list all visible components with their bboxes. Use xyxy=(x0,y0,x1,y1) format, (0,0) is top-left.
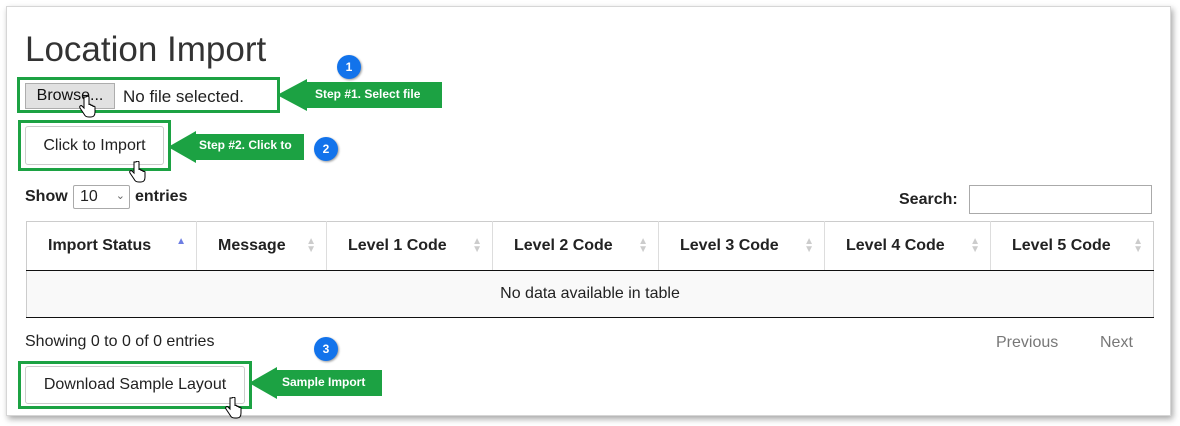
page-title: Location Import xyxy=(25,30,267,69)
show-label: Show xyxy=(25,188,68,205)
callout-arrow-step-3: Sample Import xyxy=(249,367,383,399)
hand-cursor-icon xyxy=(129,161,146,183)
callout-text-step-2: Step #2. Click to xyxy=(199,138,292,152)
sort-icon: ▲ ▼ xyxy=(804,236,814,255)
table-info: Showing 0 to 0 of 0 entries xyxy=(25,333,215,350)
column-header-level-1-code[interactable]: Level 1 Code ▲ ▼ xyxy=(326,221,493,271)
column-header-import-status[interactable]: Import Status ▲ xyxy=(26,221,197,271)
sort-icon: ▲ ▼ xyxy=(472,236,482,255)
sort-icon: ▲ ▼ xyxy=(638,236,648,255)
column-label: Level 4 Code xyxy=(846,237,945,254)
column-label: Level 5 Code xyxy=(1012,237,1111,254)
sort-icon: ▲ ▼ xyxy=(970,236,980,255)
search-input[interactable] xyxy=(969,185,1152,214)
step-badge-1: 1 xyxy=(337,55,361,79)
step-badge-3: 3 xyxy=(314,337,338,361)
callout-text-step-3: Sample Import xyxy=(282,375,366,389)
column-label: Level 2 Code xyxy=(514,237,613,254)
entries-select-value: 10 xyxy=(80,188,98,205)
data-table: Import Status ▲ Message ▲ ▼ Level 1 Code … xyxy=(26,221,1154,318)
column-header-message[interactable]: Message ▲ ▼ xyxy=(196,221,327,271)
column-label: Level 3 Code xyxy=(680,237,779,254)
sort-icon: ▲ ▼ xyxy=(306,236,316,255)
column-label: Message xyxy=(218,237,286,254)
previous-button[interactable]: Previous xyxy=(996,334,1058,352)
search-label: Search: xyxy=(899,191,958,208)
sort-ascending-icon: ▲ xyxy=(176,236,186,247)
callout-text-step-1: Step #1. Select file xyxy=(315,87,421,101)
column-header-level-2-code[interactable]: Level 2 Code ▲ ▼ xyxy=(492,221,659,271)
download-sample-layout-button[interactable]: Download Sample Layout xyxy=(25,366,245,404)
column-header-level-4-code[interactable]: Level 4 Code ▲ ▼ xyxy=(824,221,991,271)
sort-icon: ▲ ▼ xyxy=(1133,236,1143,255)
column-label: Import Status xyxy=(48,237,152,254)
chevron-down-icon: ⌄ xyxy=(115,190,125,202)
step-badge-2: 2 xyxy=(314,137,338,161)
column-header-level-5-code[interactable]: Level 5 Code ▲ ▼ xyxy=(990,221,1154,271)
next-button[interactable]: Next xyxy=(1100,334,1133,352)
column-label: Level 1 Code xyxy=(348,237,447,254)
table-row: No data available in table xyxy=(26,270,1154,318)
callout-arrow-step-2: Step #2. Click to xyxy=(168,131,306,163)
import-button[interactable]: Click to Import xyxy=(25,126,164,165)
table-header-row: Import Status ▲ Message ▲ ▼ Level 1 Code … xyxy=(26,221,1154,271)
file-status-text: No file selected. xyxy=(123,87,244,106)
column-header-level-3-code[interactable]: Level 3 Code ▲ ▼ xyxy=(658,221,825,271)
callout-arrow-step-1: Step #1. Select file xyxy=(277,79,443,111)
hand-cursor-icon xyxy=(79,96,96,118)
browse-button[interactable]: Browse... xyxy=(25,83,115,109)
hand-cursor-icon xyxy=(225,397,242,419)
empty-table-message: No data available in table xyxy=(26,270,1154,318)
entries-label: entries xyxy=(135,188,188,205)
entries-select[interactable]: 10 ⌄ xyxy=(73,185,130,209)
